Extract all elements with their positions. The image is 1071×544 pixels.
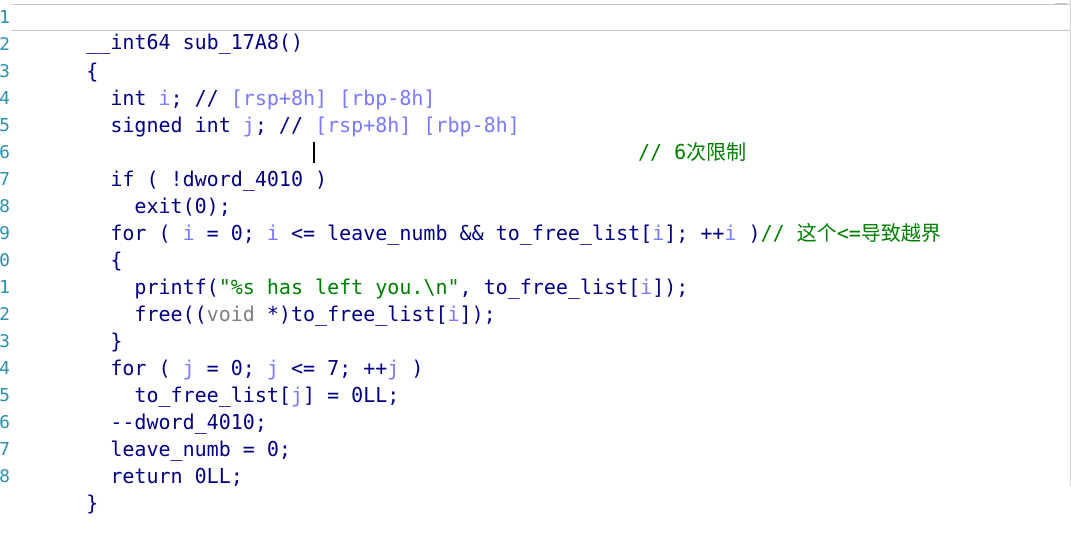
- variable-token[interactable]: j: [243, 113, 255, 137]
- variable-token[interactable]: i: [267, 221, 279, 245]
- code-line[interactable]: {: [14, 220, 122, 272]
- code-token: ]; ++: [664, 221, 725, 245]
- variable-token[interactable]: i: [652, 221, 664, 245]
- code-token: signed int: [86, 113, 243, 137]
- variable-token[interactable]: i: [724, 221, 736, 245]
- code-line[interactable]: to_free_list[j] = 0LL;: [14, 355, 399, 407]
- code-line[interactable]: {: [14, 31, 98, 83]
- code-line[interactable]: for ( i = 0; i <= leave_numb && to_free_…: [14, 193, 941, 245]
- code-line[interactable]: --dword_4010;: [14, 382, 267, 434]
- pseudocode-editor[interactable]: 1 2 3 4 5 6 7 8 9 0 1 2 3 4 5 6 7 8 __in…: [0, 0, 1071, 515]
- code-line[interactable]: signed int j; // [rsp+8h] [rbp-8h]: [14, 85, 519, 137]
- code-line[interactable]: for ( j = 0; j <= 7; ++j ): [14, 328, 423, 380]
- code-token: ): [399, 356, 424, 380]
- variable-token[interactable]: j: [291, 383, 303, 407]
- code-token: ]);: [652, 275, 689, 299]
- variable-token[interactable]: i: [640, 275, 652, 299]
- code-token: ] = 0LL;: [303, 383, 400, 407]
- code-token: ]);: [459, 302, 496, 326]
- code-token: ; //: [254, 113, 316, 137]
- function-signature[interactable]: __int64 sub_17A8(): [86, 30, 303, 54]
- code-token: ): [736, 221, 761, 245]
- code-line[interactable]: __int64 sub_17A8(): [12, 4, 1071, 54]
- scroll-indicator[interactable]: [1055, 3, 1067, 5]
- code-token[interactable]: return 0LL;: [86, 464, 242, 488]
- comment: // 这个<=导致越界: [760, 221, 941, 245]
- text-caret: [313, 142, 315, 163]
- comment: // 6次限制: [638, 140, 747, 164]
- code-line[interactable]: free((void *)to_free_list[i]);: [14, 274, 495, 326]
- code-line[interactable]: }: [14, 301, 122, 353]
- code-token[interactable]: *)to_free_list[: [255, 302, 448, 326]
- code-line[interactable]: exit(0);: [14, 166, 230, 218]
- variable-token[interactable]: i: [183, 221, 195, 245]
- code-line[interactable]: if ( !dword_4010 ) // 6次限制: [14, 139, 746, 191]
- stack-offset-comment: [rsp+8h] [rbp-8h]: [315, 113, 520, 137]
- code-line[interactable]: [14, 112, 86, 139]
- code-line[interactable]: return 0LL;: [14, 436, 242, 488]
- close-brace: }: [86, 491, 99, 515]
- variable-token[interactable]: i: [448, 302, 460, 326]
- type-token: void: [206, 302, 255, 326]
- code-token[interactable]: <= leave_numb && to_free_list[: [279, 221, 652, 245]
- code-area[interactable]: __int64 sub_17A8() { int i; // [rsp+8h] …: [0, 0, 1071, 515]
- code-line[interactable]: int i; // [rsp+8h] [rbp-8h]: [14, 58, 435, 110]
- code-token: = 0;: [194, 221, 267, 245]
- code-line[interactable]: printf("%s has left you.\n", to_free_lis…: [14, 247, 688, 299]
- code-line[interactable]: leave_numb = 0;: [14, 409, 291, 461]
